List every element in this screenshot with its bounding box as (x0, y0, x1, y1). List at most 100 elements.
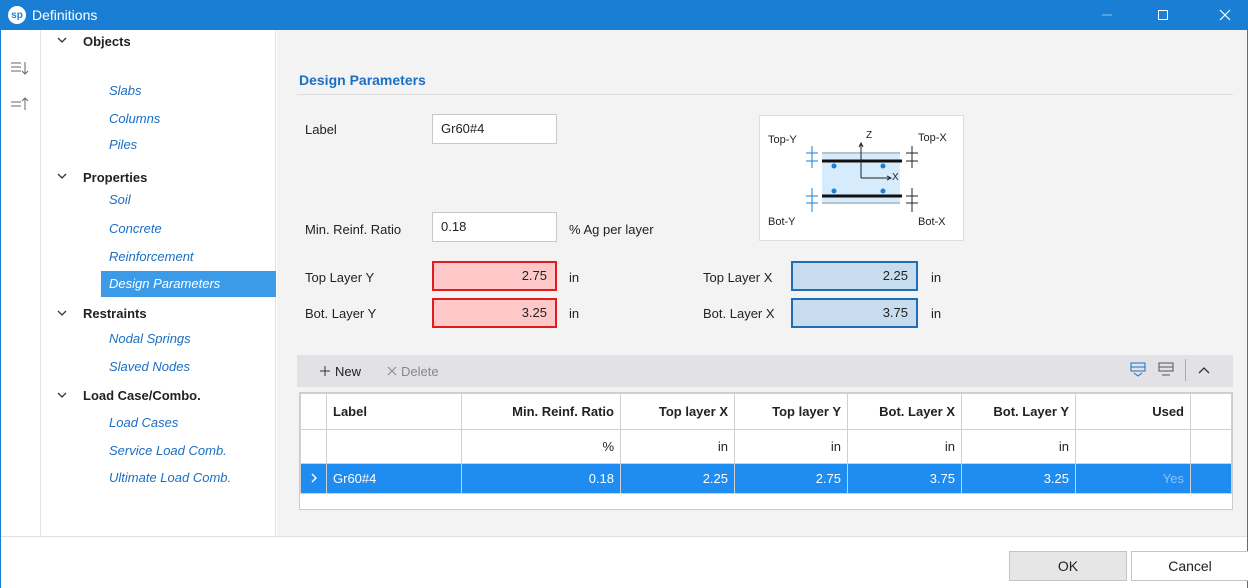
grid-toolbar: New Delete (297, 355, 1233, 387)
new-button-label: New (335, 363, 362, 379)
top-layer-x-unit: in (931, 270, 942, 285)
top-layer-y-input[interactable]: 2.75 (432, 261, 557, 291)
diagram-top-x-label: Top-X (918, 132, 947, 144)
bot-layer-x-input[interactable]: 3.75 (791, 298, 918, 328)
new-button[interactable]: New (319, 364, 361, 379)
maximize-button[interactable] (1140, 0, 1186, 30)
unit-cell: in (620, 429, 735, 464)
row-selector-chevron-icon[interactable] (300, 463, 327, 494)
tree-item-service-load-comb[interactable]: Service Load Comb. (101, 438, 276, 464)
grid-units-row: % in in in in (300, 429, 1232, 464)
tree-item-load-cases[interactable]: Load Cases (101, 410, 276, 436)
unit-cell (1190, 429, 1232, 464)
collapse-rows-icon (1130, 362, 1146, 377)
top-layer-y-unit: in (569, 270, 580, 285)
min-reinf-input[interactable]: 0.18 (432, 212, 557, 242)
bot-layer-y-input[interactable]: 3.25 (432, 298, 557, 328)
bot-layer-x-unit: in (931, 306, 942, 321)
tree-item-columns[interactable]: Columns (101, 106, 276, 132)
app-logo-icon: sp (8, 6, 26, 24)
tree-group-load-case-combo[interactable]: Load Case/Combo. (83, 388, 201, 403)
dialog-body: Objects Slabs Columns Piles Properties S… (0, 30, 1248, 588)
diagram-top-y-label: Top-Y (768, 134, 797, 146)
chevron-down-icon[interactable] (57, 171, 67, 184)
tree-item-ultimate-load-comb[interactable]: Ultimate Load Comb. (101, 465, 276, 491)
cell-top-layer-x[interactable]: 2.25 (620, 463, 735, 494)
chevron-up-icon (1198, 367, 1210, 374)
expand-rows-icon (1158, 362, 1174, 376)
tree-item-slabs[interactable]: Slabs (101, 78, 276, 104)
sort-column (1, 30, 41, 536)
bot-layer-y-label: Bot. Layer Y (305, 306, 377, 321)
expand-rows-button[interactable] (1157, 361, 1175, 382)
cell-used: Yes (1075, 463, 1191, 494)
column-header-label[interactable]: Label (326, 393, 462, 430)
min-reinf-label: Min. Reinf. Ratio (305, 222, 402, 237)
label-input[interactable]: Gr60#4 (432, 114, 557, 144)
unit-cell (326, 429, 462, 464)
tree-item-slaved-nodes[interactable]: Slaved Nodes (101, 354, 276, 380)
label-label: Label (305, 122, 337, 137)
dialog-footer: OK Cancel (1, 536, 1248, 588)
column-header-top-layer-x[interactable]: Top layer X (620, 393, 735, 430)
tree-item-soil[interactable]: Soil (101, 187, 276, 213)
cell-top-layer-y[interactable]: 2.75 (734, 463, 848, 494)
unit-cell: in (734, 429, 848, 464)
tree-group-objects[interactable]: Objects (83, 34, 131, 49)
collapse-rows-button[interactable] (1129, 361, 1147, 382)
tree-item-design-parameters[interactable]: Design Parameters (101, 271, 276, 297)
plus-icon (320, 366, 330, 376)
cell-bot-layer-x[interactable]: 3.75 (847, 463, 962, 494)
ok-button[interactable]: OK (1009, 551, 1127, 581)
maximize-icon (1158, 10, 1168, 20)
unit-cell: % (461, 429, 621, 464)
delete-button-label: Delete (401, 363, 439, 379)
cell-bot-layer-y[interactable]: 3.25 (961, 463, 1076, 494)
tree-item-reinforcement[interactable]: Reinforcement (101, 244, 276, 270)
minimize-button[interactable] (1084, 0, 1130, 30)
chevron-down-icon[interactable] (57, 390, 67, 403)
grid-header-row: Label Min. Reinf. Ratio Top layer X Top … (300, 393, 1232, 430)
column-header-min-reinf-ratio[interactable]: Min. Reinf. Ratio (461, 393, 621, 430)
chevron-down-icon[interactable] (57, 308, 67, 321)
collapse-panel-button[interactable] (1197, 363, 1211, 380)
toolbar-divider (1185, 359, 1186, 381)
top-layer-x-input[interactable]: 2.25 (791, 261, 918, 291)
tree-item-piles[interactable]: Piles (101, 132, 276, 158)
close-icon (1219, 9, 1231, 21)
column-header-top-layer-y[interactable]: Top layer Y (734, 393, 848, 430)
title-bar: sp Definitions (0, 0, 1248, 30)
column-header-bot-layer-x[interactable]: Bot. Layer X (847, 393, 962, 430)
close-button[interactable] (1202, 0, 1248, 30)
content-panel: Design Parameters Label Gr60#4 Min. Rein… (277, 30, 1247, 536)
parameters-grid: Label Min. Reinf. Ratio Top layer X Top … (299, 392, 1233, 510)
sort-descending-icon[interactable] (10, 60, 32, 80)
sort-ascending-icon[interactable] (10, 96, 32, 116)
minimize-icon (1102, 14, 1112, 16)
cover-diagram: Top-Y Top-X Bot-Y Bot-X Z X (759, 115, 964, 241)
table-row[interactable]: Gr60#4 0.18 2.25 2.75 3.75 3.25 Yes (300, 463, 1232, 494)
column-header-filler (1190, 393, 1232, 430)
sidebar: Objects Slabs Columns Piles Properties S… (1, 30, 276, 536)
cell-min-reinf-ratio[interactable]: 0.18 (461, 463, 621, 494)
tree-group-properties[interactable]: Properties (83, 170, 147, 185)
diagram-bot-x-label: Bot-X (918, 216, 946, 228)
cancel-button[interactable]: Cancel (1131, 551, 1248, 581)
delete-x-icon (387, 366, 397, 376)
top-layer-y-label: Top Layer Y (305, 270, 375, 285)
delete-button[interactable]: Delete (387, 364, 439, 379)
diagram-bot-y-label: Bot-Y (768, 216, 796, 228)
row-indicator-cell (300, 429, 327, 464)
chevron-down-icon[interactable] (57, 35, 67, 48)
window-title: Definitions (32, 7, 98, 23)
column-header-bot-layer-y[interactable]: Bot. Layer Y (961, 393, 1076, 430)
column-header-used[interactable]: Used (1075, 393, 1191, 430)
cell-label[interactable]: Gr60#4 (326, 463, 462, 494)
tree-item-nodal-springs[interactable]: Nodal Springs (101, 326, 276, 352)
tree-item-concrete[interactable]: Concrete (101, 216, 276, 242)
section-title: Design Parameters (299, 72, 426, 88)
tree-group-restraints[interactable]: Restraints (83, 306, 147, 321)
diagram-x-axis-label: X (892, 172, 899, 183)
bot-layer-y-unit: in (569, 306, 580, 321)
row-indicator-header (300, 393, 327, 430)
